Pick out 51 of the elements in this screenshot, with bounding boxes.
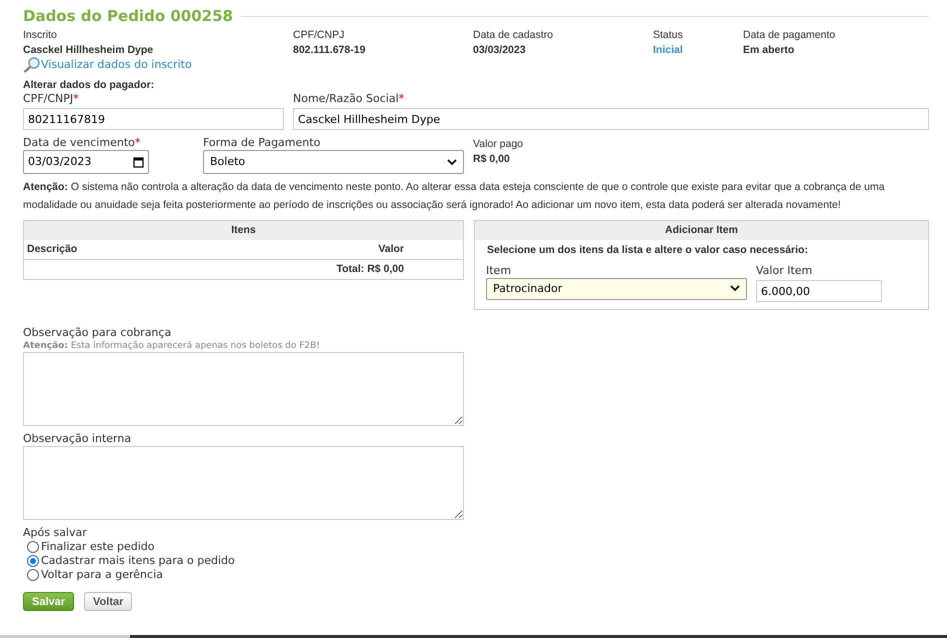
internal-note-field[interactable]: [23, 446, 464, 520]
field-label: Forma de Pagamento: [203, 136, 322, 150]
info-label: Inscrito: [23, 28, 58, 42]
radio-button[interactable]: [27, 569, 39, 582]
amount-field[interactable]: 6.000,00: [756, 280, 882, 302]
info-label: CPF/CNPJ: [293, 28, 346, 42]
field-label: Observação para cobrança: [23, 326, 172, 340]
date-field[interactable]: 03/03/2023: [23, 150, 149, 174]
total-text: Total: R$ 0,00: [336, 262, 404, 277]
payment-select[interactable]: Boleto: [203, 150, 464, 174]
field-label: Item: [486, 264, 512, 278]
field-label: CPF/CNPJ*: [23, 92, 80, 106]
info-value: Inicial: [653, 42, 684, 56]
view-subscriber-link[interactable]: Visualizar dados do inscrito: [23, 56, 192, 72]
info-value: Casckel Hillhesheim Dype: [23, 42, 154, 56]
field-label: Data de vencimento*: [23, 136, 142, 150]
info-value: 03/03/2023: [473, 42, 527, 56]
radio-button[interactable]: [27, 555, 39, 568]
instruction-text: Selecione um dos itens da lista e altere o valor caso necessário:: [486, 243, 809, 258]
radio-label: Voltar para a gerência: [41, 568, 163, 582]
name-field[interactable]: Casckel Hillhesheim Dype: [293, 108, 929, 130]
page-title: Dados do Pedido 000258: [23, 6, 233, 27]
radio-label: Finalizar este pedido: [41, 540, 155, 554]
field-label: Após salvar: [23, 526, 88, 540]
info-value: Em aberto: [743, 42, 796, 56]
paid-value: R$ 0,00: [473, 152, 511, 166]
cpf-field[interactable]: 80211167819: [23, 108, 284, 130]
item-select[interactable]: Patrocinador: [486, 278, 747, 300]
info-value: 802.111.678-19: [293, 42, 366, 56]
panel-title: Adicionar Item: [475, 221, 928, 240]
field-label: Valor Item: [756, 264, 814, 278]
column-header: Valor: [378, 242, 405, 257]
back-button[interactable]: Voltar: [84, 592, 132, 612]
info-label: Status: [653, 28, 684, 42]
chevron-down-icon: [730, 285, 740, 292]
hint-text: Atenção: Esta informação aparecerá apenas nos boletos do F2B!: [23, 340, 321, 352]
magnifier-icon: [23, 56, 41, 72]
calendar-icon: [133, 156, 144, 168]
radio-button[interactable]: [27, 541, 39, 554]
table-title: Itens: [24, 221, 463, 240]
field-label: Valor pago: [473, 137, 524, 152]
chevron-down-icon: [447, 158, 457, 166]
field-label: Nome/Razão Social*: [293, 92, 406, 106]
warning-text: Atenção: O sistema não controla a alteração da data de vencimento neste ponto. Ao alterar essa data esteja consciente de que o controle que existe para evitar que a cobrança de uma modalidade ou anuidade seja feita posteriormente ao período de inscrições ou associação será ignorado! Ao adicionar um novo item, esta data poderá ser alterada novamente!: [23, 180, 886, 213]
info-label: Data de cadastro: [473, 28, 554, 42]
radio-label: Cadastrar mais itens para o pedido: [41, 554, 235, 568]
billing-note-field[interactable]: [23, 352, 464, 426]
section-heading: Alterar dados do pagador:: [23, 78, 156, 92]
column-header: Descrição: [27, 242, 78, 257]
info-label: Data de pagamento: [743, 28, 836, 42]
field-label: Observação interna: [23, 432, 132, 446]
